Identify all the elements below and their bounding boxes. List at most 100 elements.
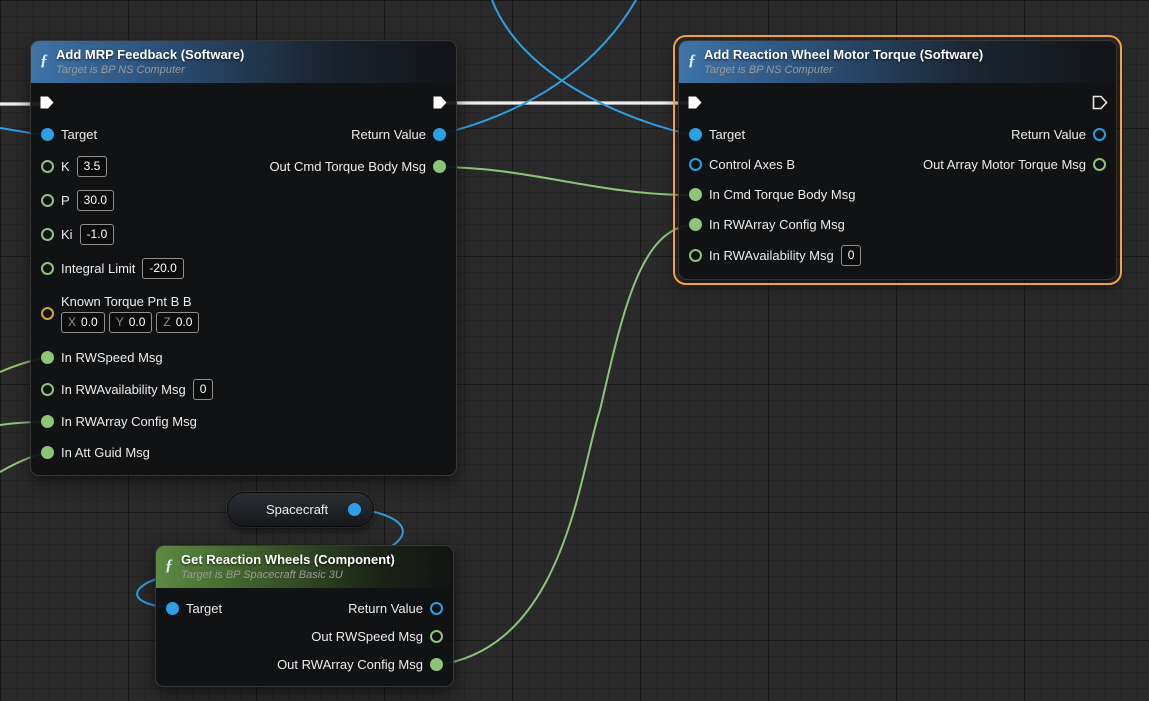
p-value-field[interactable]: 30.0: [77, 190, 114, 211]
pin-label: P: [61, 193, 70, 208]
pin-row: Ki -1.0: [31, 217, 456, 251]
pin-row: In RWAvailability Msg 0: [679, 239, 1116, 271]
return-value-pin[interactable]: [433, 128, 446, 141]
known-torque-vector-pin[interactable]: [41, 307, 54, 320]
pin-label: Out Cmd Torque Body Msg: [269, 159, 426, 174]
pin-label: Out RWArray Config Msg: [277, 657, 423, 672]
return-value-pin[interactable]: [430, 602, 443, 615]
return-value-pin[interactable]: [1093, 128, 1106, 141]
pin-label: Target: [61, 127, 97, 142]
pin-row: Target Return Value: [679, 119, 1116, 149]
node-header[interactable]: ƒ Add Reaction Wheel Motor Torque (Softw…: [679, 41, 1116, 83]
exec-in-pin[interactable]: [687, 95, 703, 110]
in-cmd-torque-pin[interactable]: [689, 188, 702, 201]
target-pin[interactable]: [166, 602, 179, 615]
node-title: Add Reaction Wheel Motor Torque (Softwar…: [704, 47, 983, 62]
vector-z-field[interactable]: Z0.0: [156, 312, 199, 333]
target-pin[interactable]: [41, 128, 54, 141]
node-add-reaction-wheel-motor-torque[interactable]: ƒ Add Reaction Wheel Motor Torque (Softw…: [678, 40, 1117, 280]
function-icon: ƒ: [165, 558, 173, 574]
out-rwarray-config-pin[interactable]: [430, 658, 443, 671]
function-icon: ƒ: [40, 53, 48, 69]
node-subtitle: Target is BP Spacecraft Basic 3U: [181, 569, 395, 581]
node-subtitle: Target is BP NS Computer: [704, 64, 983, 76]
pin-label: Ki: [61, 227, 73, 242]
wire-rwarray-config[interactable]: [436, 225, 692, 665]
pin-row: K 3.5 Out Cmd Torque Body Msg: [31, 149, 456, 183]
node-subtitle: Target is BP NS Computer: [56, 64, 244, 76]
ki-pin[interactable]: [41, 228, 54, 241]
out-array-motor-torque-pin[interactable]: [1093, 158, 1106, 171]
k-value-field[interactable]: 3.5: [77, 156, 108, 177]
in-rwspeed-pin[interactable]: [41, 351, 54, 364]
pin-row: Out RWSpeed Msg: [156, 622, 453, 650]
node-title: Add MRP Feedback (Software): [56, 47, 244, 62]
pin-row: Target Return Value: [156, 594, 453, 622]
in-rwavailability-pin[interactable]: [689, 249, 702, 262]
pin-label: In RWAvailability Msg: [61, 382, 186, 397]
wire-return-mrp-to-top[interactable]: [438, 0, 636, 135]
blueprint-graph-canvas[interactable]: ƒ Add MRP Feedback (Software) Target is …: [0, 0, 1149, 701]
pin-row: In RWAvailability Msg 0: [31, 373, 456, 405]
pin-label: Target: [186, 601, 222, 616]
pin-label: Return Value: [351, 127, 426, 142]
pin-label: In RWSpeed Msg: [61, 350, 163, 365]
out-cmd-torque-pin[interactable]: [433, 160, 446, 173]
pin-label: Known Torque Pnt B B: [61, 294, 199, 309]
pin-label: K: [61, 159, 70, 174]
node-add-mrp-feedback[interactable]: ƒ Add MRP Feedback (Software) Target is …: [30, 40, 457, 476]
pin-row: In RWSpeed Msg: [31, 341, 456, 373]
spacecraft-output-pin[interactable]: [348, 503, 361, 516]
target-pin[interactable]: [689, 128, 702, 141]
pin-label: Control Axes B: [709, 157, 795, 172]
pin-row: In Cmd Torque Body Msg: [679, 179, 1116, 209]
pin-label: Return Value: [1011, 127, 1086, 142]
pin-row: Out RWArray Config Msg: [156, 650, 453, 678]
k-pin[interactable]: [41, 160, 54, 173]
rwavailability-value-field[interactable]: 0: [841, 245, 862, 266]
in-rwarray-config-pin[interactable]: [689, 218, 702, 231]
pin-label: In RWArray Config Msg: [61, 414, 197, 429]
pin-label: Target: [709, 127, 745, 142]
pin-row: Target Return Value: [31, 119, 456, 149]
pin-label: Integral Limit: [61, 261, 135, 276]
in-att-guid-pin[interactable]: [41, 446, 54, 459]
pin-row: P 30.0: [31, 183, 456, 217]
out-rwspeed-pin[interactable]: [430, 630, 443, 643]
node-spacecraft-variable[interactable]: Spacecraft: [227, 492, 374, 527]
integral-limit-pin[interactable]: [41, 262, 54, 275]
vector-y-field[interactable]: Y0.0: [109, 312, 153, 333]
pin-label: Out RWSpeed Msg: [311, 629, 423, 644]
pin-label: In RWAvailability Msg: [709, 248, 834, 263]
integral-limit-value-field[interactable]: -20.0: [142, 258, 183, 279]
pin-row: Control Axes B Out Array Motor Torque Ms…: [679, 149, 1116, 179]
pin-row: In Att Guid Msg: [31, 437, 456, 467]
in-rwavailability-pin[interactable]: [41, 383, 54, 396]
exec-out-pin[interactable]: [1092, 95, 1108, 110]
node-header[interactable]: ƒ Get Reaction Wheels (Component) Target…: [156, 546, 453, 588]
pin-label: Out Array Motor Torque Msg: [923, 157, 1086, 172]
pin-row: Integral Limit -20.0: [31, 251, 456, 285]
wire-target-motor-from-top[interactable]: [492, 0, 692, 135]
in-rwarray-config-pin[interactable]: [41, 415, 54, 428]
pin-row: In RWArray Config Msg: [679, 209, 1116, 239]
variable-label: Spacecraft: [266, 502, 328, 517]
function-icon: ƒ: [688, 53, 696, 69]
pin-label: Return Value: [348, 601, 423, 616]
control-axes-pin[interactable]: [689, 158, 702, 171]
ki-value-field[interactable]: -1.0: [80, 224, 115, 245]
p-pin[interactable]: [41, 194, 54, 207]
pin-label: In RWArray Config Msg: [709, 217, 845, 232]
vector-x-field[interactable]: X0.0: [61, 312, 105, 333]
exec-in-pin[interactable]: [39, 95, 55, 110]
pin-row: In RWArray Config Msg: [31, 405, 456, 437]
pin-label: In Att Guid Msg: [61, 445, 150, 460]
node-title: Get Reaction Wheels (Component): [181, 552, 395, 567]
pin-row: Known Torque Pnt B B X0.0 Y0.0 Z0.0: [31, 285, 456, 341]
pin-label: In Cmd Torque Body Msg: [709, 187, 855, 202]
node-header[interactable]: ƒ Add MRP Feedback (Software) Target is …: [31, 41, 456, 83]
wire-cmd-torque[interactable]: [438, 167, 692, 195]
exec-out-pin[interactable]: [432, 95, 448, 110]
rwavailability-value-field[interactable]: 0: [193, 379, 214, 400]
node-get-reaction-wheels[interactable]: ƒ Get Reaction Wheels (Component) Target…: [155, 545, 454, 687]
